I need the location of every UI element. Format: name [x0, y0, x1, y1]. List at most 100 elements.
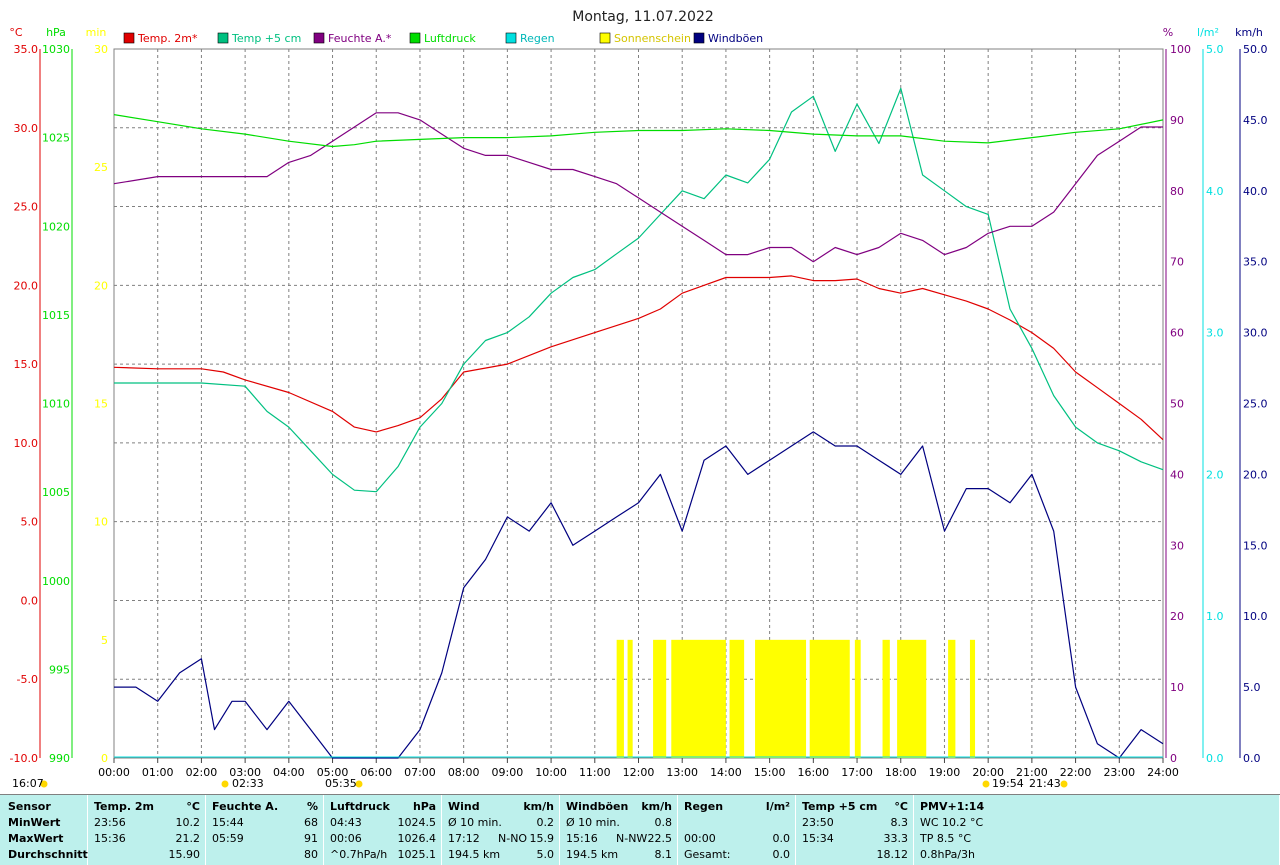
- cell-value: 33.3: [883, 832, 909, 845]
- cell-time: 15:34: [802, 832, 834, 845]
- legend-swatch: [505, 32, 517, 44]
- moonrise-time: 16:07: [12, 777, 44, 790]
- x-tick-label: 16:00: [797, 766, 829, 779]
- rain-axis-tick-label: 0.0: [1206, 752, 1224, 765]
- section-header: PMV+1:14: [920, 800, 985, 813]
- humidity-axis-tick-label: 100: [1170, 43, 1191, 56]
- x-tick-label: 22:00: [1060, 766, 1092, 779]
- humidity-axis-tick-label: 60: [1170, 327, 1184, 340]
- sunshine-bar: [616, 639, 624, 758]
- weather-chart: Montag, 11.07.2022 00:00 01:00 02:00 03:00 0…: [9, 9, 1268, 790]
- wind-axis-tick-label: 5.0: [1243, 681, 1261, 694]
- row-label: MaxWert: [8, 832, 64, 845]
- cell-time: 15:16: [566, 832, 598, 845]
- sunshine-bar: [854, 639, 861, 758]
- section-header: Wind: [448, 800, 480, 813]
- humidity-axis-tick-label: 10: [1170, 681, 1184, 694]
- sun-axis-tick-label: 0: [101, 752, 108, 765]
- x-tick-label: 04:00: [273, 766, 305, 779]
- cell-value: 68: [304, 816, 318, 829]
- cell-time: 04:43: [330, 816, 362, 829]
- moon-a-time: 02:33: [232, 777, 264, 790]
- x-tick-label: 24:00: [1147, 766, 1179, 779]
- humidity-axis-unit: %: [1163, 26, 1173, 39]
- temp-axis-tick-label: 30.0: [14, 122, 39, 135]
- wind-axis-tick-label: 35.0: [1243, 256, 1268, 269]
- pressure-axis-tick-label: 1025: [42, 132, 70, 145]
- row-label: MinWert: [8, 816, 61, 829]
- section-header: Regen: [684, 800, 724, 813]
- table-section: Regen l/m² 00:00 0.0 Gesamt: 0.0: [678, 795, 796, 865]
- cell-value: 80: [304, 848, 318, 861]
- wind-axis-tick-label: 40.0: [1243, 185, 1268, 198]
- sunshine-bar: [627, 639, 633, 758]
- cell-time: 15:44: [212, 816, 244, 829]
- table-section: Windböen km/h Ø 10 min. 0.8 15:16 N-NW 22.5 194…: [560, 795, 678, 865]
- table-section: Temp. 2m °C 23:56 10.2 15:36 21.2 15.90: [88, 795, 206, 865]
- cell-time: 23:50: [802, 816, 834, 829]
- cell-time: 23:56: [94, 816, 126, 829]
- legend-label: Temp. 2m*: [137, 32, 198, 45]
- table-section: Wind km/h Ø 10 min. 0.2 17:12 N-NO 15.9 194.5 k…: [442, 795, 560, 865]
- temp-axis-tick-label: 25.0: [14, 201, 39, 214]
- sunshine-bar: [897, 639, 927, 758]
- x-tick-label: 08:00: [448, 766, 480, 779]
- sunshine-bar: [882, 639, 890, 758]
- cell-time: ^0.7hPa/h: [330, 848, 388, 861]
- rain-axis-tick-label: 5.0: [1206, 43, 1224, 56]
- cell-value: 18.12: [876, 848, 909, 861]
- cell-value: 10.2: [175, 816, 201, 829]
- sunshine-bar: [729, 639, 745, 758]
- cell-value: 0.8: [654, 816, 673, 829]
- x-tick-label: 18:00: [885, 766, 917, 779]
- x-tick-label: 02:00: [186, 766, 218, 779]
- cell-value: 22.5: [647, 832, 673, 845]
- legend-label: Regen: [520, 32, 555, 45]
- sunshine-bar: [809, 639, 850, 758]
- sun-axis-tick-label: 30: [94, 43, 108, 56]
- temp-axis-tick-label: 15.0: [14, 358, 39, 371]
- wind-axis-tick-label: 25.0: [1243, 398, 1268, 411]
- moon-b-time: 19:54: [992, 777, 1024, 790]
- stats-table: Sensor MinWert MaxWert Durchschnitt Temp. 2m…: [0, 794, 1280, 865]
- rain-axis-unit: l/m²: [1197, 26, 1219, 39]
- table-row-labels: Sensor MinWert MaxWert Durchschnitt: [0, 795, 88, 865]
- section-header: Temp. 2m: [94, 800, 154, 813]
- section-unit: l/m²: [765, 800, 790, 813]
- legend-swatch: [217, 32, 229, 44]
- cell-value: 1024.5: [397, 816, 437, 829]
- pressure-axis-unit: hPa: [46, 26, 66, 39]
- x-tick-label: 09:00: [492, 766, 524, 779]
- cell-value: 1026.4: [397, 832, 437, 845]
- cell-value: 1025.1: [397, 848, 437, 861]
- pressure-axis-tick-label: 990: [49, 752, 70, 765]
- temp-axis-tick-label: 10.0: [14, 437, 39, 450]
- grid: [113, 48, 1164, 759]
- x-tick-label: 01:00: [142, 766, 174, 779]
- legend-label: Sonnenschein: [614, 32, 691, 45]
- cell-value: 5.0: [536, 848, 555, 861]
- sunshine-bar: [755, 639, 807, 758]
- x-tick-label: 17:00: [841, 766, 873, 779]
- cell-value: 8.3: [890, 816, 909, 829]
- pressure-axis-tick-label: 1000: [42, 575, 70, 588]
- humidity-axis-tick-label: 70: [1170, 256, 1184, 269]
- x-tick-label: 12:00: [623, 766, 655, 779]
- x-tick-label: 14:00: [710, 766, 742, 779]
- section-unit: hPa: [412, 800, 436, 813]
- cell-time: 15:36: [94, 832, 126, 845]
- rain-axis-tick-label: 2.0: [1206, 468, 1224, 481]
- wind-axis-tick-label: 20.0: [1243, 468, 1268, 481]
- wind-axis-tick-label: 30.0: [1243, 327, 1268, 340]
- cell-time: 0.8hPa/3h: [920, 848, 976, 861]
- legend-label: Feuchte A.*: [328, 32, 392, 45]
- temp-axis-tick-label: -5.0: [17, 673, 38, 686]
- x-tick-label: 11:00: [579, 766, 611, 779]
- cell-value: 15.9: [529, 832, 555, 845]
- sun-axis-tick-label: 15: [94, 398, 108, 411]
- chart-title: Montag, 11.07.2022: [572, 9, 714, 25]
- table-section: Temp +5 cm °C 23:50 8.3 15:34 33.3 18.12: [796, 795, 914, 865]
- humidity-axis-tick-label: 80: [1170, 185, 1184, 198]
- x-tick-label: 19:00: [929, 766, 961, 779]
- x-tick-label: 23:00: [1103, 766, 1135, 779]
